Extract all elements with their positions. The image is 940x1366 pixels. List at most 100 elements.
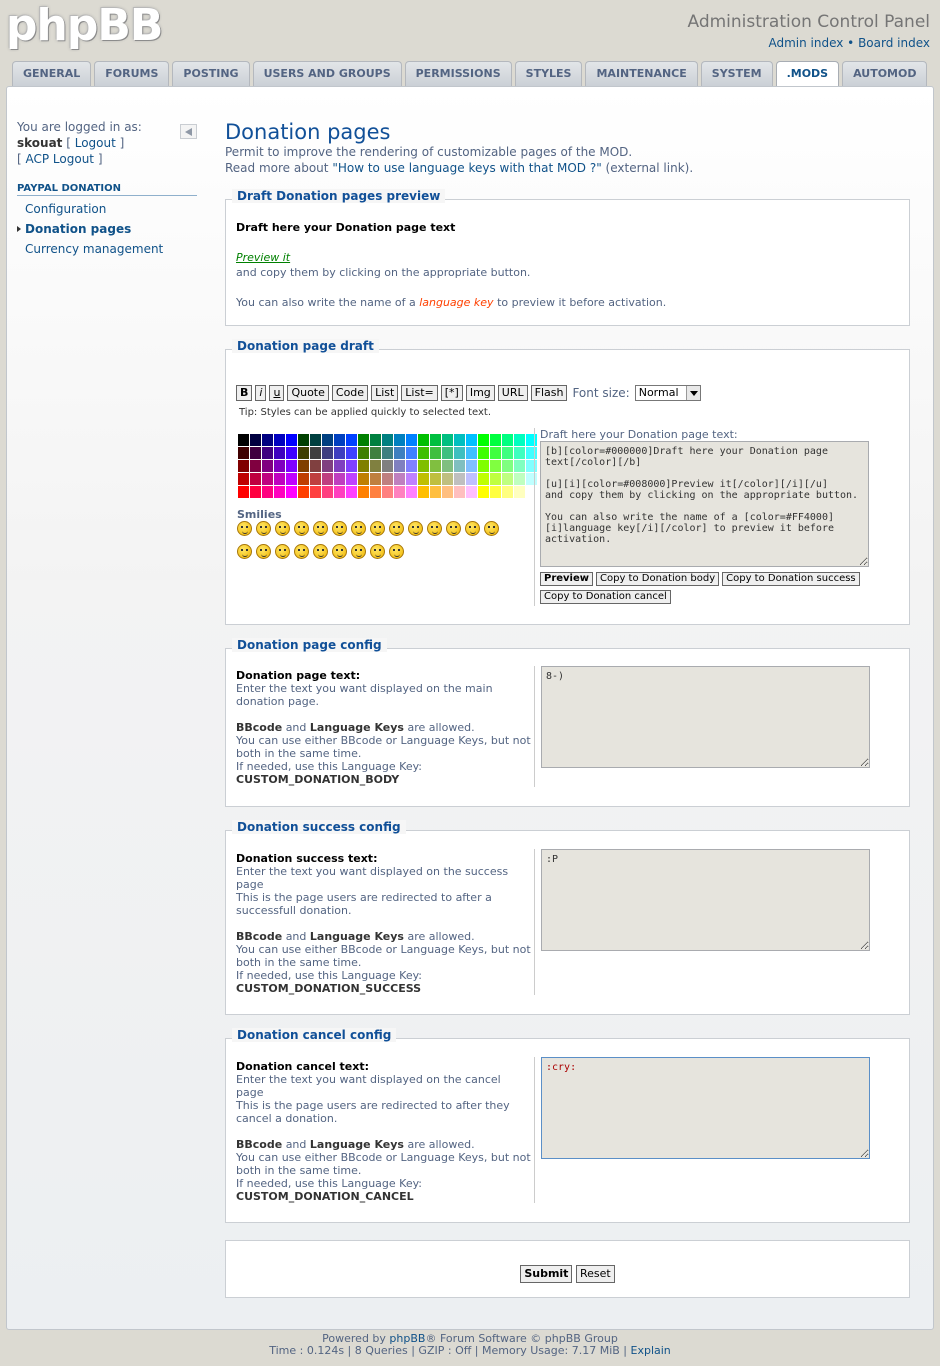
color-swatch[interactable] bbox=[490, 473, 501, 485]
smiley-icon[interactable] bbox=[351, 544, 366, 559]
smiley-icon[interactable] bbox=[389, 521, 404, 536]
color-swatch[interactable] bbox=[334, 434, 345, 446]
tab-general[interactable]: GENERAL bbox=[12, 61, 92, 86]
preview-button[interactable]: Preview bbox=[540, 572, 594, 586]
color-swatch[interactable] bbox=[238, 486, 249, 498]
reset-button[interactable]: Reset bbox=[575, 1265, 615, 1283]
color-swatch[interactable] bbox=[370, 447, 381, 459]
smiley-icon[interactable] bbox=[237, 521, 252, 536]
color-swatch[interactable] bbox=[418, 434, 429, 446]
explain-link[interactable]: Explain bbox=[631, 1344, 671, 1357]
bbcode-flash-button[interactable]: Flash bbox=[530, 385, 568, 401]
color-swatch[interactable] bbox=[418, 447, 429, 459]
color-swatch[interactable] bbox=[274, 447, 285, 459]
color-swatch[interactable] bbox=[250, 473, 261, 485]
smiley-icon[interactable] bbox=[256, 544, 271, 559]
color-swatch[interactable] bbox=[526, 473, 537, 485]
color-swatch[interactable] bbox=[394, 447, 405, 459]
color-swatch[interactable] bbox=[370, 473, 381, 485]
color-swatch[interactable] bbox=[298, 460, 309, 472]
tab-styles[interactable]: STYLES bbox=[514, 61, 583, 86]
color-swatch[interactable] bbox=[250, 434, 261, 446]
font-size-select[interactable]: Normal bbox=[634, 385, 701, 401]
color-swatch[interactable] bbox=[346, 473, 357, 485]
color-swatch[interactable] bbox=[442, 460, 453, 472]
color-swatch[interactable] bbox=[514, 447, 525, 459]
color-swatch[interactable] bbox=[310, 486, 321, 498]
color-swatch[interactable] bbox=[430, 447, 441, 459]
color-swatch[interactable] bbox=[262, 473, 273, 485]
color-swatch[interactable] bbox=[430, 460, 441, 472]
donation-cancel-textarea[interactable] bbox=[541, 1057, 870, 1159]
color-swatch[interactable] bbox=[466, 447, 477, 459]
color-swatch[interactable] bbox=[442, 434, 453, 446]
color-swatch[interactable] bbox=[406, 460, 417, 472]
color-swatch[interactable] bbox=[286, 434, 297, 446]
color-swatch[interactable] bbox=[358, 460, 369, 472]
bbcode-italic-button[interactable]: i bbox=[255, 385, 267, 401]
color-swatch[interactable] bbox=[382, 447, 393, 459]
color-swatch[interactable] bbox=[274, 486, 285, 498]
color-swatch[interactable] bbox=[382, 460, 393, 472]
bbcode-underline-button[interactable]: u bbox=[269, 385, 285, 401]
color-swatch[interactable] bbox=[394, 460, 405, 472]
color-swatch[interactable] bbox=[394, 486, 405, 498]
color-swatch[interactable] bbox=[490, 460, 501, 472]
tab-maintenance[interactable]: MAINTENANCE bbox=[585, 61, 698, 86]
color-swatch[interactable] bbox=[490, 486, 501, 498]
bbcode-quote-button[interactable]: Quote bbox=[287, 385, 329, 401]
color-swatch[interactable] bbox=[418, 486, 429, 498]
collapse-menu-button[interactable] bbox=[180, 124, 197, 139]
color-swatch[interactable] bbox=[262, 447, 273, 459]
color-swatch[interactable] bbox=[238, 447, 249, 459]
copy-to-donation-cancel-button[interactable]: Copy to Donation cancel bbox=[540, 590, 671, 604]
color-swatch[interactable] bbox=[466, 434, 477, 446]
color-swatch[interactable] bbox=[262, 434, 273, 446]
admin-index-link[interactable]: Admin index bbox=[768, 36, 843, 50]
tab-system[interactable]: SYSTEM bbox=[700, 61, 773, 86]
tab-posting[interactable]: POSTING bbox=[172, 61, 250, 86]
color-swatch[interactable] bbox=[514, 486, 525, 498]
phpbb-logo[interactable]: phpBB bbox=[6, 0, 163, 51]
color-swatch[interactable] bbox=[514, 434, 525, 446]
smiley-icon[interactable] bbox=[389, 544, 404, 559]
smiley-icon[interactable] bbox=[332, 544, 347, 559]
color-swatch[interactable] bbox=[274, 434, 285, 446]
board-index-link[interactable]: Board index bbox=[858, 36, 930, 50]
color-swatch[interactable] bbox=[454, 434, 465, 446]
color-swatch[interactable] bbox=[346, 447, 357, 459]
color-swatch[interactable] bbox=[514, 473, 525, 485]
color-swatch[interactable] bbox=[466, 486, 477, 498]
tab-users-and-groups[interactable]: USERS AND GROUPS bbox=[252, 61, 402, 86]
color-swatch[interactable] bbox=[346, 460, 357, 472]
color-swatch[interactable] bbox=[286, 473, 297, 485]
color-swatch[interactable] bbox=[406, 434, 417, 446]
color-swatch[interactable] bbox=[502, 434, 513, 446]
color-swatch[interactable] bbox=[406, 473, 417, 485]
color-swatch[interactable] bbox=[310, 473, 321, 485]
color-swatch[interactable] bbox=[322, 460, 333, 472]
color-swatch[interactable] bbox=[442, 486, 453, 498]
color-swatch[interactable] bbox=[274, 460, 285, 472]
tab-forums[interactable]: FORUMS bbox=[94, 61, 170, 86]
color-swatch[interactable] bbox=[286, 486, 297, 498]
color-swatch[interactable] bbox=[478, 447, 489, 459]
copy-to-donation-body-button[interactable]: Copy to Donation body bbox=[596, 572, 720, 586]
color-swatch[interactable] bbox=[478, 434, 489, 446]
smiley-icon[interactable] bbox=[275, 544, 290, 559]
color-swatch[interactable] bbox=[406, 447, 417, 459]
language-keys-help-link[interactable]: "How to use language keys with that MOD … bbox=[332, 161, 601, 175]
smiley-icon[interactable] bbox=[294, 521, 309, 536]
color-swatch[interactable] bbox=[238, 473, 249, 485]
acp-logout-link[interactable]: ACP Logout bbox=[26, 152, 95, 166]
color-swatch[interactable] bbox=[430, 486, 441, 498]
color-swatch[interactable] bbox=[418, 473, 429, 485]
color-swatch[interactable] bbox=[274, 473, 285, 485]
color-swatch[interactable] bbox=[370, 434, 381, 446]
smiley-icon[interactable] bbox=[275, 521, 290, 536]
smiley-icon[interactable] bbox=[427, 521, 442, 536]
tab-mods[interactable]: .MODS bbox=[775, 61, 840, 86]
color-swatch[interactable] bbox=[478, 460, 489, 472]
tab-permissions[interactable]: PERMISSIONS bbox=[404, 61, 512, 86]
smiley-icon[interactable] bbox=[446, 521, 461, 536]
